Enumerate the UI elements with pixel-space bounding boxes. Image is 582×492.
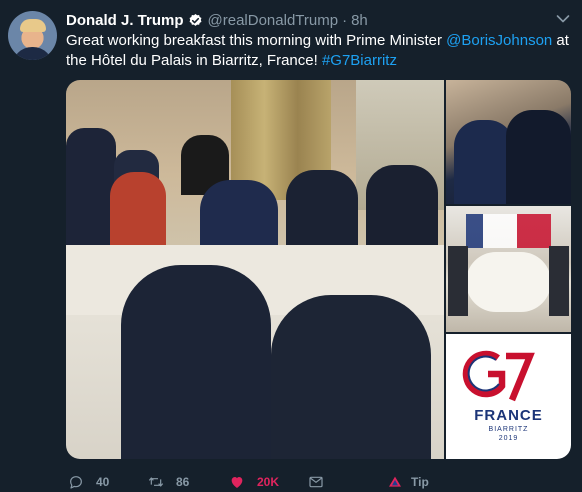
handle[interactable]: @realDonaldTrump bbox=[208, 12, 339, 29]
tip-label: Tip bbox=[411, 475, 429, 489]
retweet-icon bbox=[148, 477, 164, 487]
g7-year-label: 2019 bbox=[498, 435, 519, 442]
reply-button[interactable]: 40 bbox=[68, 473, 109, 491]
chevron-down-icon[interactable] bbox=[555, 11, 571, 27]
photo-g7-logo[interactable]: FRANCE BIARRITZ 2019 bbox=[446, 334, 571, 459]
photo-person bbox=[506, 110, 571, 204]
retweet-count: 86 bbox=[176, 475, 190, 489]
like-button[interactable]: 20K bbox=[229, 473, 279, 491]
separator-dot: · bbox=[342, 11, 348, 29]
like-count: 20K bbox=[257, 475, 280, 489]
retweet-button[interactable]: 86 bbox=[148, 473, 189, 491]
photo-breakfast-meeting[interactable] bbox=[66, 80, 444, 459]
tweet-text-part: Great working breakfast this morning wit… bbox=[66, 32, 447, 49]
direct-message-button[interactable] bbox=[308, 473, 324, 491]
photo-person bbox=[110, 172, 166, 252]
avatar-hair bbox=[20, 19, 46, 32]
tip-icon bbox=[389, 476, 401, 487]
dm-envelope-icon bbox=[309, 476, 323, 488]
photo-long-table[interactable] bbox=[446, 206, 571, 332]
media-grid: FRANCE BIARRITZ 2019 bbox=[66, 80, 571, 459]
g7-country-label: FRANCE bbox=[474, 407, 543, 424]
photo-flags bbox=[466, 214, 551, 248]
mention-link[interactable]: @BorisJohnson bbox=[446, 32, 552, 49]
reply-count: 40 bbox=[96, 475, 110, 489]
photo-table bbox=[466, 252, 551, 312]
photo-person bbox=[448, 246, 468, 316]
hashtag-link[interactable]: #G7Biarritz bbox=[322, 52, 397, 69]
tweet-text: Great working breakfast this morning wit… bbox=[66, 31, 571, 71]
photo-leaders-closeup[interactable] bbox=[446, 80, 571, 204]
g7-city-label: BIARRITZ bbox=[488, 426, 529, 433]
photo-person bbox=[66, 128, 116, 248]
verified-badge-icon bbox=[189, 13, 201, 26]
like-icon bbox=[231, 477, 243, 488]
tweet[interactable]: Donald J. Trump @realDonaldTrump · 8h Gr… bbox=[0, 0, 582, 492]
tweet-header: Donald J. Trump @realDonaldTrump · 8h bbox=[66, 10, 368, 30]
tip-button[interactable]: Tip bbox=[387, 473, 429, 491]
photo-person bbox=[121, 265, 271, 459]
avatar-suit bbox=[12, 47, 53, 60]
display-name[interactable]: Donald J. Trump bbox=[66, 12, 184, 29]
photo-person bbox=[271, 295, 431, 459]
avatar[interactable] bbox=[8, 11, 57, 60]
timestamp[interactable]: 8h bbox=[351, 12, 368, 29]
photo-person bbox=[549, 246, 569, 316]
photo-person bbox=[454, 120, 514, 204]
reply-icon bbox=[70, 476, 82, 489]
